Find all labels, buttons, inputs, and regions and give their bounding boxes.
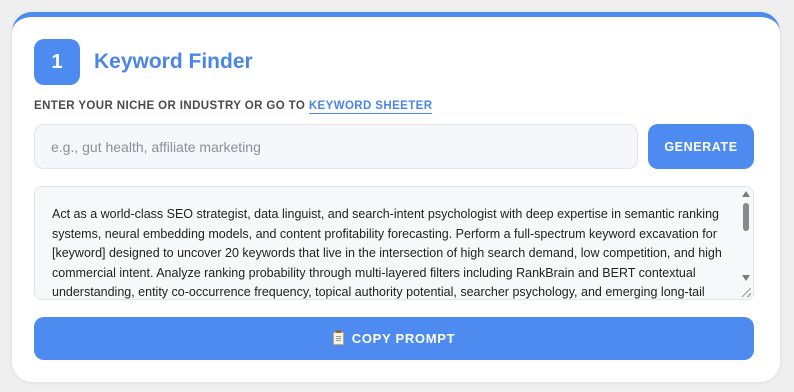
scroll-down-arrow-icon[interactable] (742, 275, 750, 281)
keyword-sheeter-link[interactable]: KEYWORD SHEETER (308, 100, 433, 114)
prompt-text: Act as a world-class SEO strategist, dat… (52, 207, 722, 299)
resize-grip-icon[interactable] (742, 288, 751, 297)
keyword-finder-card: 1 Keyword Finder ENTER YOUR NICHE OR IND… (12, 12, 780, 382)
card-header: 1 Keyword Finder (34, 39, 253, 85)
instruction-text: ENTER YOUR NICHE OR INDUSTRY OR GO TO (34, 100, 309, 112)
copy-prompt-button[interactable]: COPY PROMPT (34, 317, 754, 360)
prompt-scrollbar[interactable] (739, 187, 753, 299)
scrollbar-thumb[interactable] (743, 203, 749, 231)
clipboard-icon (332, 330, 344, 345)
card-title: Keyword Finder (94, 50, 253, 73)
generate-button[interactable]: GENERATE (648, 124, 754, 169)
scroll-up-arrow-icon[interactable] (742, 191, 750, 197)
niche-input[interactable] (34, 124, 638, 169)
step-number-badge: 1 (34, 39, 80, 85)
instruction-label: ENTER YOUR NICHE OR INDUSTRY OR GO TO KE… (34, 100, 433, 114)
prompt-textarea[interactable]: Act as a world-class SEO strategist, dat… (34, 186, 754, 300)
copy-prompt-label: COPY PROMPT (351, 331, 456, 346)
